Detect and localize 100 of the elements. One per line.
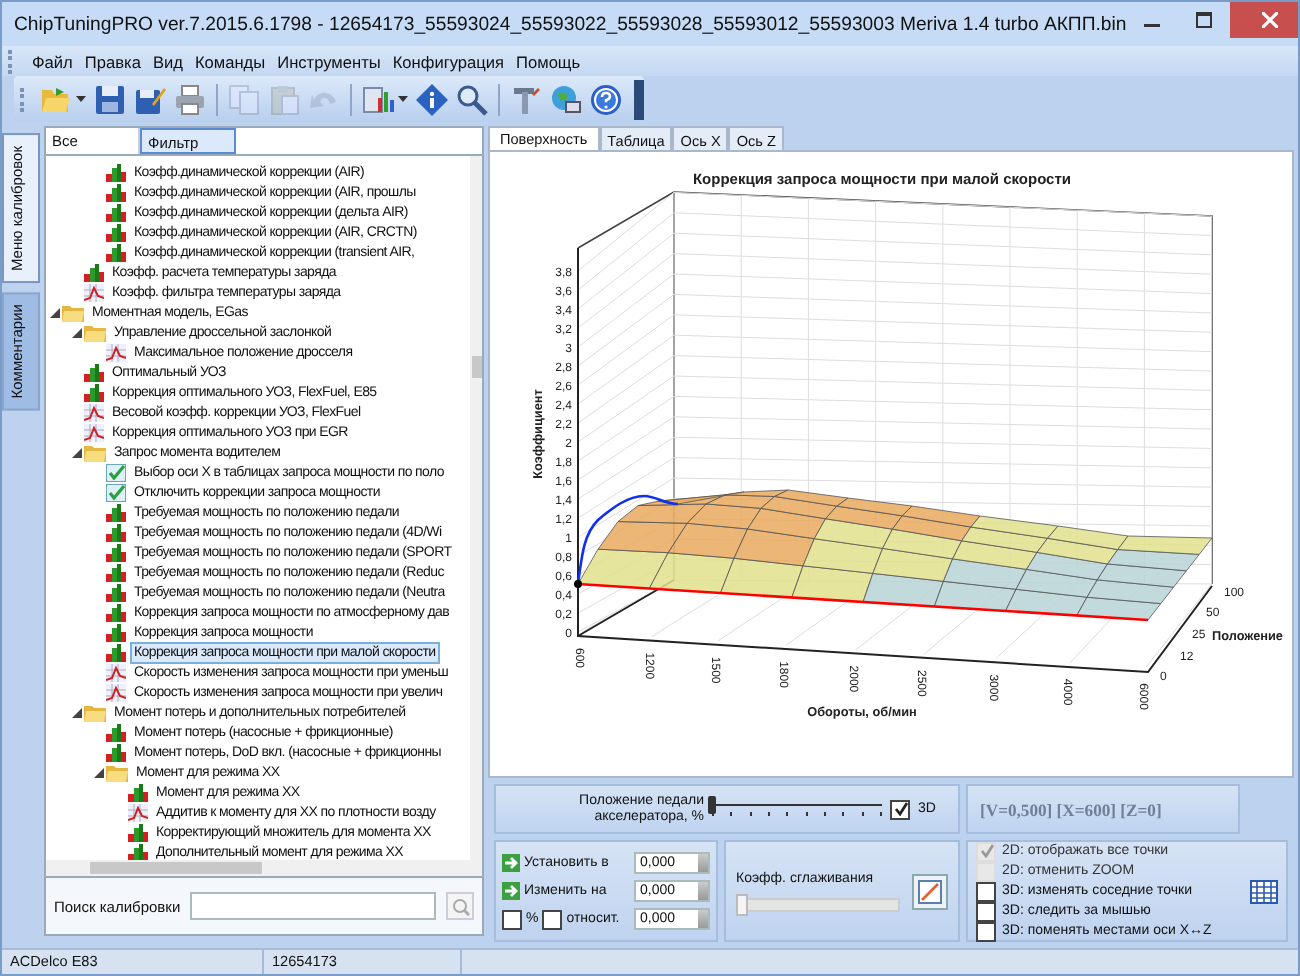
menu-item[interactable]: Вид (148, 51, 187, 71)
surface-patch (891, 515, 971, 542)
bar-chart-icon (362, 83, 394, 115)
vertical-scrollbar[interactable] (470, 156, 482, 860)
caret-icon (76, 96, 86, 102)
horizontal-scrollbar[interactable] (46, 860, 482, 876)
folder-icon (84, 703, 106, 721)
surface-patch (576, 548, 668, 589)
surface-patch (969, 515, 1058, 539)
bar-chart-icon (106, 503, 126, 521)
caret-icon (398, 96, 408, 102)
surface-patch (951, 540, 1037, 570)
folder-icon (84, 443, 106, 461)
bar-chart-icon (106, 723, 126, 741)
bar-chart-icon (106, 543, 126, 561)
surface-patch (1085, 579, 1173, 604)
surface-patch (1014, 569, 1097, 598)
bar-chart-icon (84, 383, 104, 401)
line-graph-icon (84, 283, 104, 301)
surface-patch (790, 565, 873, 603)
expander-icon[interactable] (71, 447, 81, 457)
info-diamond-icon (416, 83, 448, 115)
menu-item[interactable]: Команды (190, 51, 270, 71)
floppy-pencil-icon (134, 83, 166, 115)
checkbox[interactable] (542, 909, 563, 929)
maximize-icon (1196, 12, 1213, 28)
surface-patch (719, 557, 803, 598)
bar-chart-icon (106, 223, 126, 241)
surface-patch (942, 558, 1026, 590)
surface-patch (881, 528, 962, 560)
menu-item[interactable]: Инструменты (273, 51, 385, 71)
surface-patch (960, 526, 1047, 553)
line-graph-icon (106, 663, 126, 681)
print-button[interactable] (170, 79, 210, 119)
folder-icon (40, 83, 72, 115)
help-button[interactable] (586, 79, 626, 119)
surface-patch (1095, 563, 1186, 588)
search-field[interactable] (190, 892, 436, 920)
checkbox[interactable] (890, 799, 910, 819)
bar-chart-icon (106, 243, 126, 261)
checkbox[interactable] (502, 909, 522, 929)
checkbox[interactable] (976, 921, 996, 941)
bar-chart-icon (106, 523, 126, 541)
bar-chart-icon (106, 623, 126, 641)
folder-icon (84, 323, 106, 341)
grid-icon[interactable] (1250, 879, 1278, 903)
window-title: ChipTuningPRO ver.7.2015.6.1798 - 12654173_55593024_55593022_55593028_55593012_55593003 Meriva 1.4 turbo АКПП.bin (14, 13, 1127, 35)
checkbox[interactable] (976, 901, 996, 921)
search-icon (456, 83, 488, 115)
menu-item[interactable]: Файл (28, 51, 77, 71)
arrow-icon[interactable] (502, 882, 520, 900)
line-graph-icon (106, 683, 126, 701)
expander-icon[interactable] (49, 307, 59, 317)
info-button[interactable] (412, 79, 452, 119)
arrow-icon[interactable] (502, 854, 520, 872)
checkbox[interactable] (976, 881, 996, 901)
bar-chart-icon (106, 643, 126, 661)
bar-chart-icon (128, 843, 148, 861)
tools-icon (510, 83, 542, 115)
close-button[interactable] (1230, 2, 1298, 38)
surface-patch (900, 505, 980, 528)
menu-item[interactable]: Конфигурация (388, 51, 509, 71)
expander-icon[interactable] (71, 327, 81, 337)
globe-monitor-icon (550, 83, 582, 115)
line-graph-icon (84, 403, 104, 421)
bar-chart-icon (106, 583, 126, 601)
bar-chart-icon (84, 363, 104, 381)
help-icon (590, 83, 622, 115)
apply-smoothing-button[interactable] (912, 873, 948, 909)
close-icon (1262, 12, 1279, 28)
folder-icon (62, 303, 84, 321)
surface-patch (1025, 552, 1107, 581)
menu-item[interactable]: Помощь (512, 51, 585, 71)
bar-chart-icon (106, 203, 126, 221)
surface-patch (1106, 549, 1199, 572)
bar-chart-icon (106, 183, 126, 201)
copy-icon (228, 83, 260, 115)
diagonal-line-icon (918, 879, 942, 903)
bar-chart-icon (106, 603, 126, 621)
surface-patch (824, 505, 902, 530)
surface-patch (1035, 537, 1118, 565)
slider-thumb[interactable] (736, 893, 748, 915)
surface-patch (1046, 525, 1128, 550)
bar-chart-icon (128, 823, 148, 841)
line-graph-icon (84, 423, 104, 441)
clipboard-icon (268, 83, 300, 115)
folder-icon (106, 763, 128, 781)
expander-icon[interactable] (93, 767, 103, 777)
checkmark-icon (106, 483, 126, 501)
slider-thumb[interactable] (708, 795, 716, 813)
search-icon (451, 897, 469, 915)
toolbar-overflow-button[interactable] (634, 79, 644, 119)
surface-patch (801, 538, 882, 574)
line-graph-icon (106, 343, 126, 361)
bar-chart-icon (84, 263, 104, 281)
curve-line (575, 494, 678, 585)
surface-patch (647, 552, 734, 594)
expander-icon[interactable] (71, 707, 81, 717)
menu-item[interactable]: Правка (80, 51, 145, 71)
selected-point[interactable] (573, 580, 581, 588)
